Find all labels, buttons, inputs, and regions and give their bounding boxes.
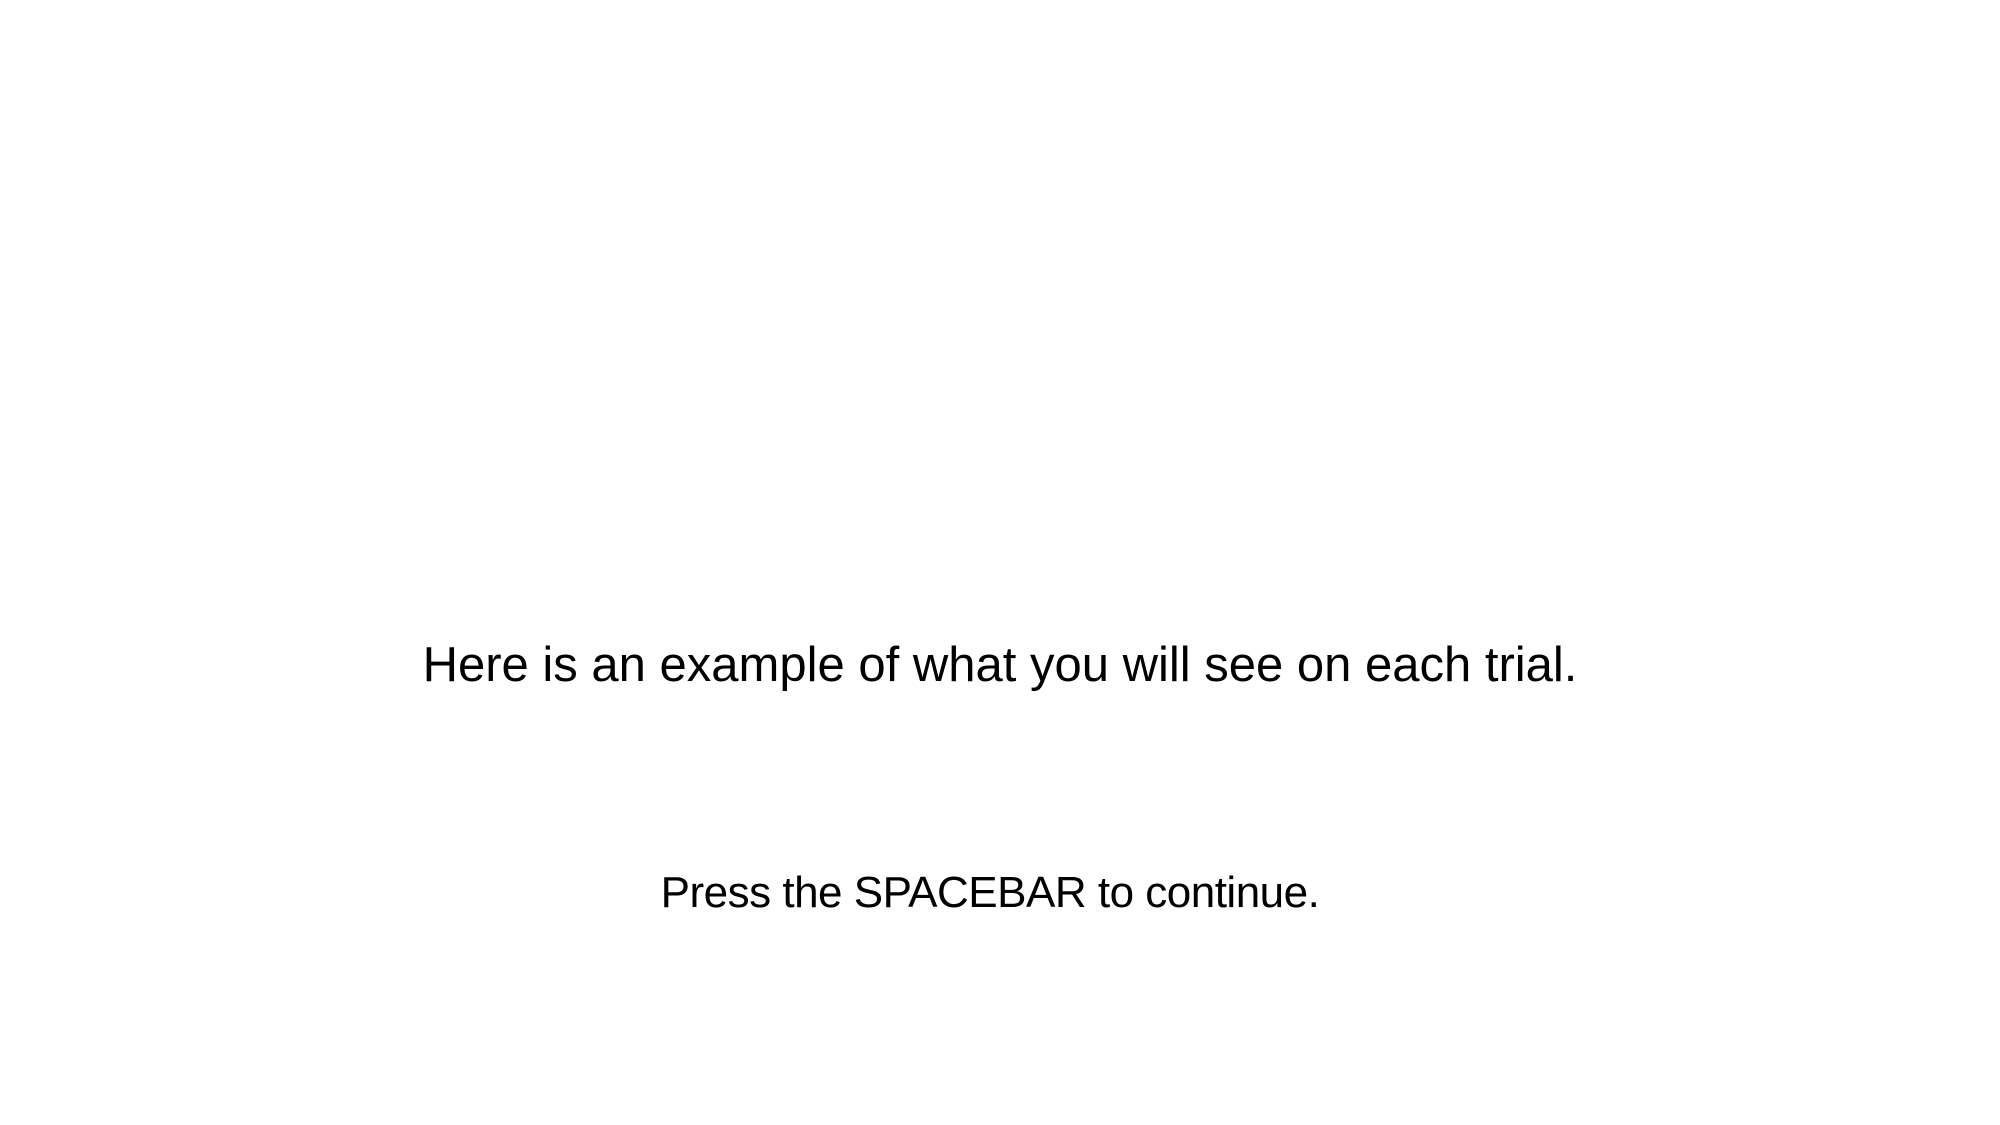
instruction-text: Here is an example of what you will see … xyxy=(422,638,1578,692)
instruction-screen: Here is an example of what you will see … xyxy=(0,0,2000,1125)
continue-prompt: Press the SPACEBAR to continue. xyxy=(660,868,1320,917)
